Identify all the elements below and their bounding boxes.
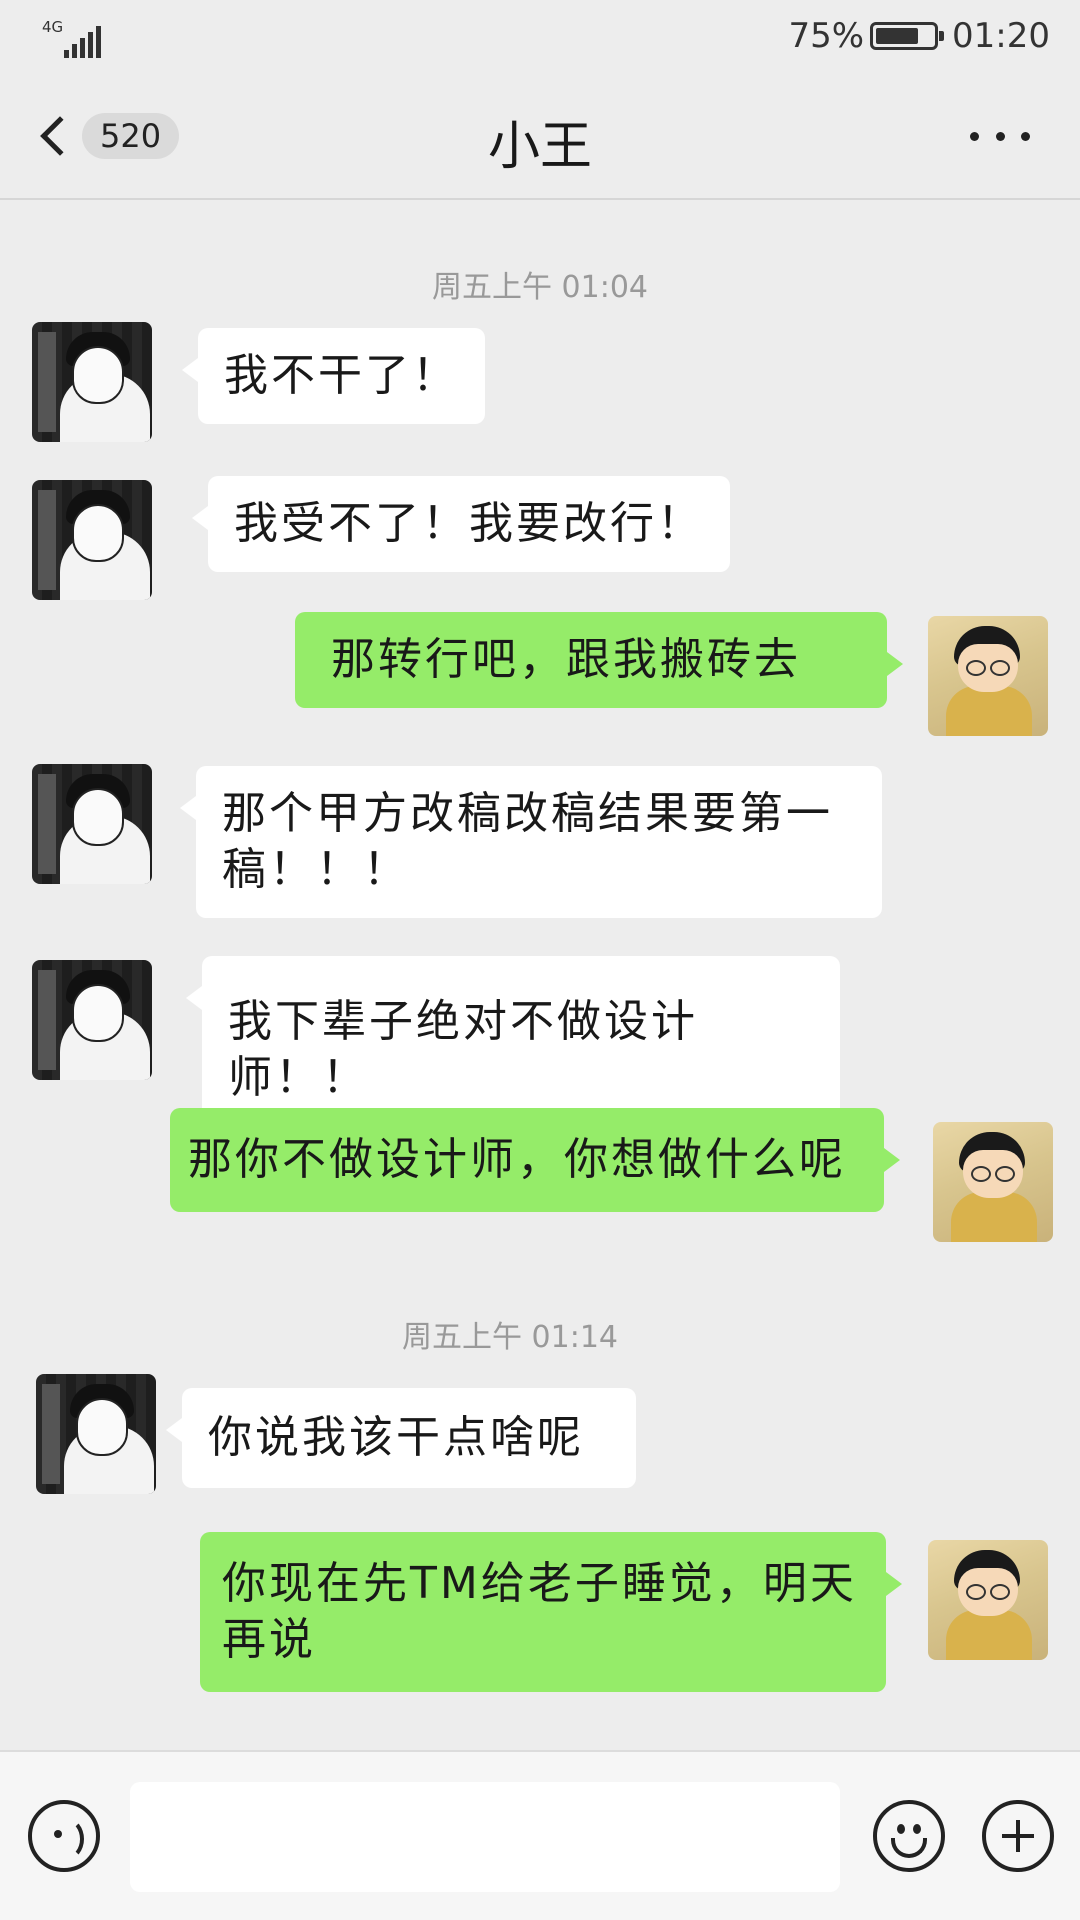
my-avatar[interactable]: [928, 1540, 1048, 1660]
battery-fill: [876, 28, 919, 44]
timestamp: 周五上午 01:14: [402, 1320, 618, 1355]
contact-avatar[interactable]: [32, 764, 152, 884]
contact-avatar[interactable]: [36, 1374, 156, 1494]
status-time: 01:20: [952, 16, 1050, 56]
outgoing-message[interactable]: 那你不做设计师，你想做什么呢: [170, 1108, 900, 1212]
emoji-icon[interactable]: [873, 1800, 945, 1872]
outgoing-message[interactable]: 那转行吧，跟我搬砖去: [295, 612, 903, 708]
battery-icon: [870, 22, 945, 50]
battery-percent: 75%: [788, 16, 865, 56]
status-right: 75% 01:20: [788, 16, 1050, 56]
network-type: 4G: [42, 18, 64, 36]
incoming-message[interactable]: 那个甲方改稿改稿结果要第一稿！！！: [180, 766, 882, 918]
incoming-message[interactable]: 我受不了！我要改行！: [192, 476, 730, 572]
plus-icon[interactable]: [982, 1800, 1054, 1872]
outgoing-message[interactable]: 你现在先TM给老子睡觉，明天再说: [200, 1532, 902, 1692]
input-bar: [0, 1750, 1080, 1920]
chat-title: 小王: [487, 117, 592, 177]
status-bar: 4G 75% 01:20: [0, 0, 1080, 74]
contact-avatar[interactable]: [32, 480, 152, 600]
more-dots-icon[interactable]: [970, 124, 1030, 148]
signal-icon: 4G: [40, 18, 101, 58]
contact-avatar[interactable]: [32, 322, 152, 442]
nav-bar: 520 小王: [0, 74, 1080, 200]
chat-messages[interactable]: 周五上午 01:04 我不干了！ 我受不了！我要改行！ 那转行吧，跟我搬砖去 那…: [0, 202, 1080, 1750]
my-avatar[interactable]: [928, 616, 1048, 736]
timestamp: 周五上午 01:04: [432, 270, 648, 305]
message-input[interactable]: [130, 1782, 840, 1892]
incoming-message[interactable]: 你说我该干点啥呢: [166, 1388, 636, 1488]
voice-icon[interactable]: [28, 1800, 100, 1872]
incoming-message[interactable]: 我不干了！: [182, 328, 485, 424]
my-avatar[interactable]: [933, 1122, 1053, 1242]
contact-avatar[interactable]: [32, 960, 152, 1080]
